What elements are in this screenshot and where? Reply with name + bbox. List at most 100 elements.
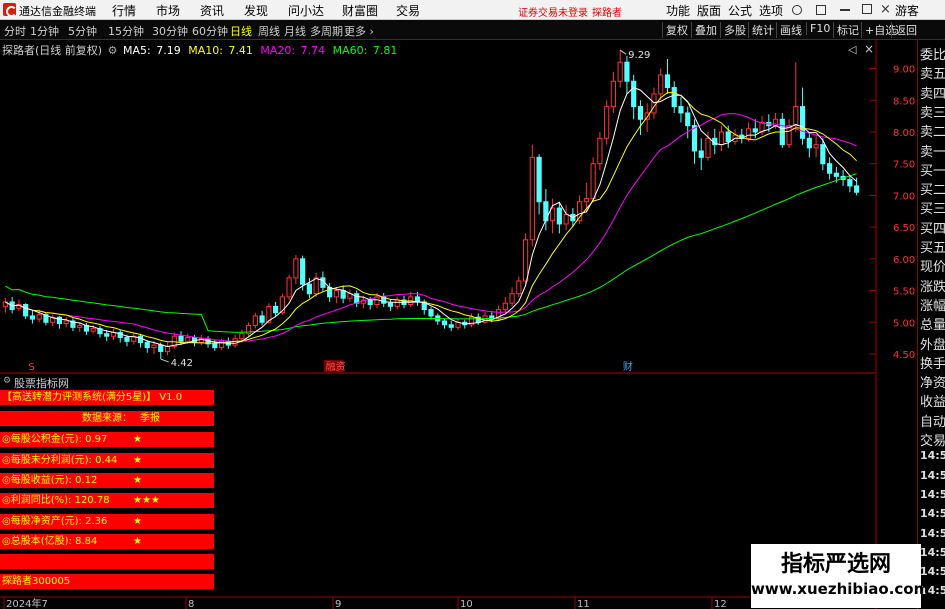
candle-body	[671, 87, 677, 108]
btn-tongji[interactable]: 统计	[748, 22, 774, 38]
side-panel-label[interactable]: 14:56	[920, 469, 945, 482]
close-icon[interactable]: ×	[880, 2, 891, 17]
side-panel-label[interactable]: 卖四	[920, 83, 945, 102]
period-15min[interactable]: 15分钟	[108, 25, 144, 38]
period-daily[interactable]: 日线	[230, 25, 252, 38]
candle-body	[624, 61, 630, 82]
side-panel-label[interactable]: 14:56	[920, 546, 945, 559]
candle-body	[590, 163, 596, 200]
period-30min[interactable]: 30分钟	[152, 25, 188, 38]
candle-body	[617, 61, 623, 82]
side-panel-label[interactable]: 卖三	[920, 102, 945, 121]
maximize-icon[interactable]	[862, 4, 872, 14]
side-panel-label[interactable]: 委比	[920, 44, 945, 63]
menu-wenxiaoda[interactable]: 问小达	[288, 2, 324, 19]
candle-body	[536, 156, 542, 203]
title-bar: 通达信金融终端 行情 市场 资讯 发现 问小达 财富圈 交易 证券交易未登录 探…	[0, 0, 945, 20]
indicator-row: ◎每股收益(元): 0.12 ★	[0, 473, 214, 488]
login-warning[interactable]: 证券交易未登录	[518, 4, 588, 19]
candle-body	[705, 137, 711, 158]
sub-panel-title[interactable]: 股票指标网	[14, 375, 69, 391]
side-panel-label[interactable]: 总量	[920, 314, 945, 333]
chevron-right-icon[interactable]: ›	[370, 25, 374, 38]
side-panel-label[interactable]: 买一	[920, 160, 945, 179]
side-panel-label[interactable]: 买三	[920, 198, 945, 217]
user-name[interactable]: 探路者	[592, 4, 622, 19]
candle-body	[306, 283, 312, 295]
y-tick-label: 6.00	[893, 255, 915, 266]
candle-body	[577, 201, 583, 222]
candle-body	[516, 280, 522, 295]
kline-chart[interactable]: 9.00 8.50 8.00 7.50 7.00 6.50 6.00 5.50 5.00 4.50…	[0, 40, 915, 609]
candle-body	[448, 324, 454, 328]
side-panel-label[interactable]: 外盘	[920, 334, 945, 353]
side-panel-label[interactable]: 买五	[920, 237, 945, 256]
period-multi[interactable]: 多周期	[310, 25, 343, 38]
panel-gear-icon[interactable]: ⚙	[3, 376, 11, 386]
btn-fuquan[interactable]: 复权	[662, 22, 688, 38]
side-panel-label[interactable]: 卖一	[920, 141, 945, 160]
btn-biaoji[interactable]: 标记	[833, 22, 859, 38]
side-panel-label[interactable]: 换手	[920, 353, 945, 372]
side-panel-label[interactable]: 14:56	[920, 565, 945, 578]
side-panel-label[interactable]: 买二	[920, 179, 945, 198]
btn-f10[interactable]: F10	[806, 22, 830, 35]
candle-body	[631, 80, 637, 108]
side-panel-label[interactable]: 卖二	[920, 121, 945, 140]
period-5min[interactable]: 5分钟	[68, 25, 97, 38]
candle-body	[273, 305, 279, 314]
side-panel-label[interactable]: 涨跌	[920, 276, 945, 295]
menu-xuanxiang[interactable]: 选项	[759, 2, 783, 19]
minimize-icon[interactable]	[840, 9, 850, 11]
menu-hangqing[interactable]: 行情	[112, 2, 136, 19]
user-icon[interactable]	[792, 5, 802, 15]
candle-body	[428, 309, 434, 317]
side-panel-label[interactable]: 收益	[920, 391, 945, 410]
btn-duogu[interactable]: 多股	[720, 22, 746, 38]
menu-zixun[interactable]: 资讯	[200, 2, 224, 19]
indicator-row-source: 数据来源： 季报	[0, 411, 214, 426]
side-panel-label[interactable]: 14:56	[920, 449, 945, 462]
candle-body	[610, 80, 617, 108]
menu-faxian[interactable]: 发现	[244, 2, 268, 19]
indicator-row: ◎总股本(亿股): 8.84 ★	[0, 534, 214, 549]
menu-banmian[interactable]: 版面	[697, 2, 721, 19]
side-panel-label[interactable]: 交易	[920, 430, 945, 449]
star-icon: ★	[133, 434, 142, 445]
date-tick-label: 9	[335, 599, 341, 609]
btn-diejia[interactable]: 叠加	[691, 22, 717, 38]
settings-icon[interactable]	[816, 5, 826, 15]
period-fenshi[interactable]: 分时	[4, 25, 26, 38]
btn-fanhui[interactable]: 返回	[891, 22, 917, 38]
period-monthly[interactable]: 月线	[284, 25, 306, 38]
candle-body	[664, 74, 671, 89]
side-panel-label[interactable]: 14:56	[920, 507, 945, 520]
side-panel-label[interactable]: 现价	[920, 256, 945, 275]
side-panel-label[interactable]: 卖五	[920, 63, 945, 82]
candle-body	[185, 336, 191, 342]
btn-huaxian[interactable]: 画线	[776, 22, 802, 38]
side-panel-label[interactable]: 净资	[920, 372, 945, 391]
candle-body	[604, 106, 610, 139]
menu-caifuquan[interactable]: 财富圈	[342, 2, 378, 19]
candle-body	[56, 316, 63, 325]
menu-gongneng[interactable]: 功能	[666, 2, 690, 19]
period-weekly[interactable]: 周线	[258, 25, 280, 38]
candle-body	[29, 315, 35, 320]
period-60min[interactable]: 60分钟	[192, 25, 228, 38]
menu-gongshi[interactable]: 公式	[728, 2, 752, 19]
period-1min[interactable]: 1分钟	[30, 25, 59, 38]
guest-label[interactable]: 游客	[895, 2, 919, 19]
side-panel-label[interactable]: 涨幅	[920, 295, 945, 314]
side-panel-label[interactable]: 买四	[920, 218, 945, 237]
menu-jiaoyi[interactable]: 交易	[396, 2, 420, 19]
candle-body	[637, 106, 644, 120]
candle-body	[691, 125, 698, 152]
side-panel-label[interactable]: 自动	[920, 411, 945, 430]
menu-shichang[interactable]: 市场	[156, 2, 180, 19]
side-panel-label[interactable]: 14:56	[920, 488, 945, 501]
side-panel-label[interactable]: 14:56	[920, 527, 945, 540]
candle-body	[820, 144, 826, 165]
period-more[interactable]: 更多	[344, 25, 366, 38]
star-icon: ★	[133, 475, 142, 486]
